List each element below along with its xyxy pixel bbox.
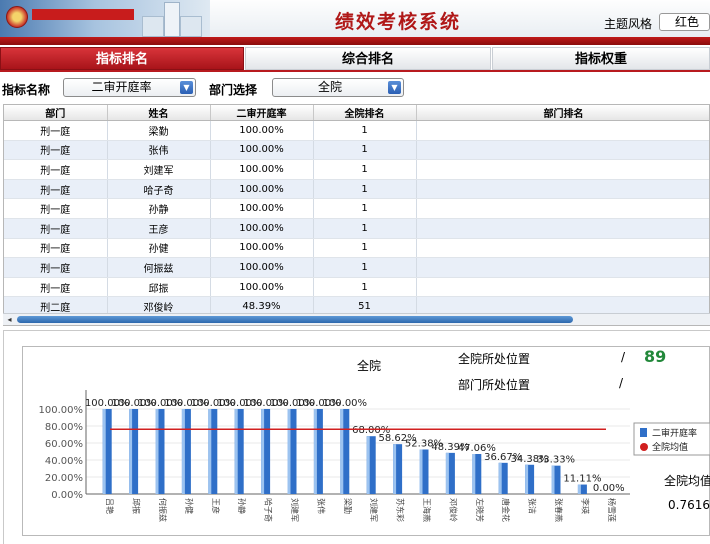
y-tick-label: 20.00% [45, 473, 83, 484]
chart-bar-highlight [181, 409, 185, 494]
y-tick-label: 40.00% [45, 456, 83, 467]
ranking-bar-chart: 100.00% 80.00% 60.00% 40.00% 20.00% 0.00% 100.… [39, 390, 710, 522]
x-tick-label: 孙静 [237, 498, 247, 514]
x-tick-label: 梁勤 [343, 498, 353, 514]
x-tick-label: 苏东彩 [396, 498, 406, 522]
y-tick-label: 100.00% [39, 405, 84, 416]
chart-bar-highlight [287, 409, 291, 494]
chart-bar-highlight [155, 409, 159, 494]
x-tick-label: 孙健 [184, 498, 194, 514]
legend-swatch-avg [640, 443, 648, 451]
chart-bar-highlight [340, 409, 344, 494]
x-tick-label: 哈子奇 [264, 498, 274, 522]
x-tick-label: 邱振 [132, 498, 142, 514]
chart-bar-highlight [393, 444, 397, 494]
chart-bar-highlight [208, 409, 212, 494]
chart-bar-highlight [313, 409, 317, 494]
chart-bar-highlight [419, 449, 423, 494]
x-tick-label: 左晓芳 [475, 498, 485, 522]
x-tick-label: 张伟 [316, 498, 326, 514]
chart-bar-highlight [261, 409, 265, 494]
chart-bar-highlight [102, 409, 106, 494]
chart-bar-highlight [498, 462, 502, 494]
x-tick-label: 杨雪莲 [607, 498, 617, 522]
x-tick-label: 李瑛 [580, 498, 590, 514]
x-tick-label: 王彦 [211, 498, 221, 514]
chart-bar-highlight [234, 409, 238, 494]
chart-bar-highlight [129, 409, 133, 494]
app-window: 绩效考核系统 主题风格 红色 指标排名 综合排名 指标权重 指标名称 二审开庭率… [0, 0, 710, 544]
x-tick-label: 张春燕 [554, 498, 564, 522]
x-tick-label: 王海燕 [422, 498, 432, 522]
chart-bar-highlight [472, 453, 476, 494]
y-tick-label: 80.00% [45, 422, 83, 433]
x-tick-label: 刘建军 [369, 498, 379, 522]
x-tick-label: 刘建军 [290, 498, 300, 522]
y-tick-label: 60.00% [45, 439, 83, 450]
data-label: 33.33% [537, 455, 575, 466]
x-tick-label: 唐金花 [501, 498, 511, 522]
x-tick-label: 何振兹 [158, 498, 168, 522]
x-tick-label: 张洁 [528, 498, 538, 514]
legend-label-rate: 二审开庭率 [652, 427, 697, 439]
x-tick-label: 邓俊岭 [448, 498, 458, 522]
chart-bar-highlight [525, 464, 529, 494]
x-tick-label: 吕艳 [105, 498, 115, 514]
legend-swatch-bar [640, 428, 647, 437]
chart-bar-highlight [551, 465, 555, 494]
chart-bar-highlight [577, 484, 581, 494]
legend-label-avg: 全院均值 [652, 441, 688, 453]
chart-bar-highlight [366, 436, 370, 494]
y-tick-label: 0.00% [51, 490, 83, 501]
data-label: 100.00% [323, 398, 368, 409]
chart-bar-highlight [445, 452, 449, 494]
data-label: 0.00% [593, 483, 625, 494]
